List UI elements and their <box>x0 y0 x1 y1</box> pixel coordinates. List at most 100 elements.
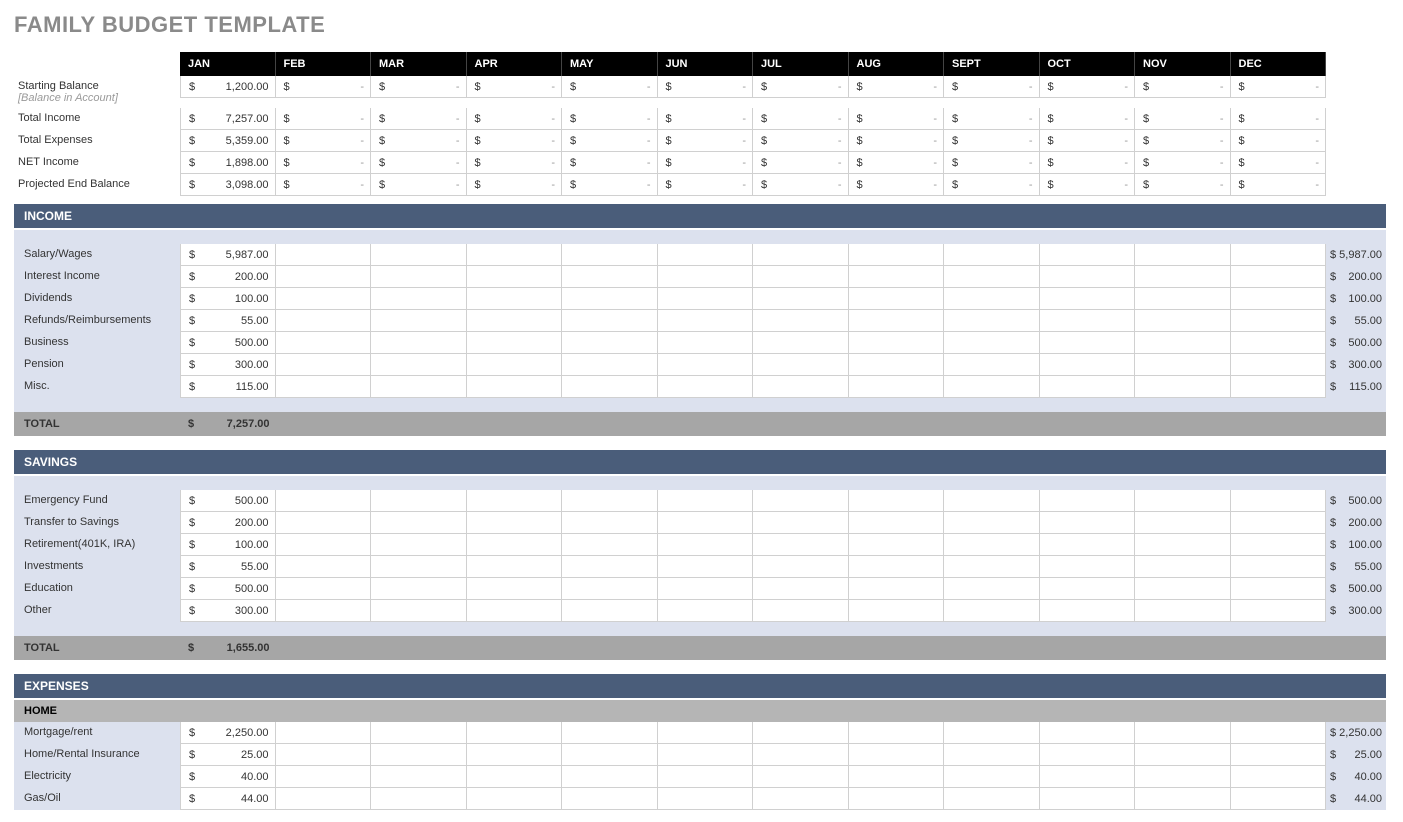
data-cell[interactable]: $100.00 <box>180 534 276 556</box>
data-cell[interactable] <box>849 534 945 556</box>
data-cell[interactable] <box>753 354 849 376</box>
data-cell[interactable]: $25.00 <box>180 744 276 766</box>
data-cell[interactable]: $2,250.00 <box>180 722 276 744</box>
data-cell[interactable] <box>849 490 945 512</box>
data-cell[interactable] <box>944 600 1040 622</box>
data-cell[interactable] <box>849 744 945 766</box>
summary-cell[interactable]: $- <box>849 152 945 174</box>
summary-cell[interactable]: $- <box>658 174 754 196</box>
summary-cell[interactable]: $- <box>658 108 754 130</box>
summary-cell[interactable]: $- <box>849 130 945 152</box>
data-cell[interactable] <box>1135 244 1231 266</box>
data-cell[interactable]: $44.00 <box>180 788 276 810</box>
summary-cell[interactable]: $- <box>1231 174 1327 196</box>
data-cell[interactable]: $500.00 <box>180 332 276 354</box>
data-cell[interactable] <box>849 288 945 310</box>
summary-cell[interactable]: $- <box>1231 108 1327 130</box>
data-cell[interactable] <box>658 788 754 810</box>
data-cell[interactable] <box>753 600 849 622</box>
data-cell[interactable] <box>467 722 563 744</box>
data-cell[interactable] <box>467 490 563 512</box>
data-cell[interactable] <box>467 288 563 310</box>
data-cell[interactable] <box>753 744 849 766</box>
data-cell[interactable]: $300.00 <box>180 354 276 376</box>
data-cell[interactable]: $200.00 <box>180 512 276 534</box>
data-cell[interactable] <box>467 244 563 266</box>
summary-cell[interactable]: $- <box>467 76 563 98</box>
data-cell[interactable] <box>1040 766 1136 788</box>
summary-cell[interactable]: $- <box>1135 76 1231 98</box>
summary-cell[interactable]: $- <box>849 76 945 98</box>
data-cell[interactable] <box>1135 744 1231 766</box>
data-cell[interactable] <box>467 376 563 398</box>
data-cell[interactable] <box>849 266 945 288</box>
data-cell[interactable] <box>1231 578 1327 600</box>
data-cell[interactable] <box>562 288 658 310</box>
summary-cell[interactable]: $- <box>753 152 849 174</box>
data-cell[interactable] <box>658 244 754 266</box>
data-cell[interactable] <box>562 556 658 578</box>
data-cell[interactable] <box>371 310 467 332</box>
data-cell[interactable] <box>753 332 849 354</box>
data-cell[interactable] <box>562 376 658 398</box>
data-cell[interactable] <box>658 490 754 512</box>
summary-cell[interactable]: $- <box>562 108 658 130</box>
data-cell[interactable] <box>753 490 849 512</box>
data-cell[interactable] <box>1135 556 1231 578</box>
data-cell[interactable] <box>562 512 658 534</box>
data-cell[interactable] <box>562 722 658 744</box>
data-cell[interactable] <box>1231 722 1327 744</box>
data-cell[interactable] <box>944 744 1040 766</box>
data-cell[interactable] <box>467 788 563 810</box>
data-cell[interactable] <box>1231 490 1327 512</box>
data-cell[interactable] <box>944 288 1040 310</box>
data-cell[interactable] <box>562 534 658 556</box>
data-cell[interactable] <box>1040 244 1136 266</box>
summary-cell[interactable]: $- <box>1135 130 1231 152</box>
data-cell[interactable] <box>467 578 563 600</box>
data-cell[interactable] <box>658 266 754 288</box>
data-cell[interactable] <box>1040 288 1136 310</box>
summary-cell[interactable]: $1,898.00 <box>180 152 276 174</box>
summary-cell[interactable]: $- <box>276 76 372 98</box>
data-cell[interactable] <box>849 722 945 744</box>
data-cell[interactable] <box>562 766 658 788</box>
data-cell[interactable] <box>1231 244 1327 266</box>
summary-cell[interactable]: $7,257.00 <box>180 108 276 130</box>
data-cell[interactable] <box>753 310 849 332</box>
data-cell[interactable] <box>467 766 563 788</box>
summary-cell[interactable]: $- <box>276 152 372 174</box>
data-cell[interactable] <box>371 376 467 398</box>
data-cell[interactable] <box>1135 490 1231 512</box>
data-cell[interactable]: $115.00 <box>180 376 276 398</box>
data-cell[interactable] <box>371 766 467 788</box>
data-cell[interactable] <box>944 376 1040 398</box>
data-cell[interactable] <box>658 766 754 788</box>
data-cell[interactable] <box>1135 310 1231 332</box>
data-cell[interactable] <box>1135 578 1231 600</box>
data-cell[interactable] <box>1040 332 1136 354</box>
data-cell[interactable] <box>562 490 658 512</box>
summary-cell[interactable]: $- <box>1231 76 1327 98</box>
data-cell[interactable] <box>1040 512 1136 534</box>
data-cell[interactable] <box>753 556 849 578</box>
data-cell[interactable] <box>658 354 754 376</box>
data-cell[interactable] <box>753 534 849 556</box>
data-cell[interactable] <box>849 578 945 600</box>
data-cell[interactable] <box>1135 376 1231 398</box>
data-cell[interactable] <box>467 266 563 288</box>
data-cell[interactable] <box>658 600 754 622</box>
summary-cell[interactable]: $1,200.00 <box>180 76 276 98</box>
data-cell[interactable] <box>658 534 754 556</box>
data-cell[interactable] <box>1231 600 1327 622</box>
data-cell[interactable] <box>944 354 1040 376</box>
summary-cell[interactable]: $- <box>467 152 563 174</box>
data-cell[interactable] <box>1231 288 1327 310</box>
summary-cell[interactable]: $3,098.00 <box>180 174 276 196</box>
data-cell[interactable] <box>849 512 945 534</box>
summary-cell[interactable]: $- <box>1040 130 1136 152</box>
data-cell[interactable] <box>944 332 1040 354</box>
summary-cell[interactable]: $- <box>467 130 563 152</box>
data-cell[interactable] <box>849 556 945 578</box>
data-cell[interactable] <box>658 512 754 534</box>
